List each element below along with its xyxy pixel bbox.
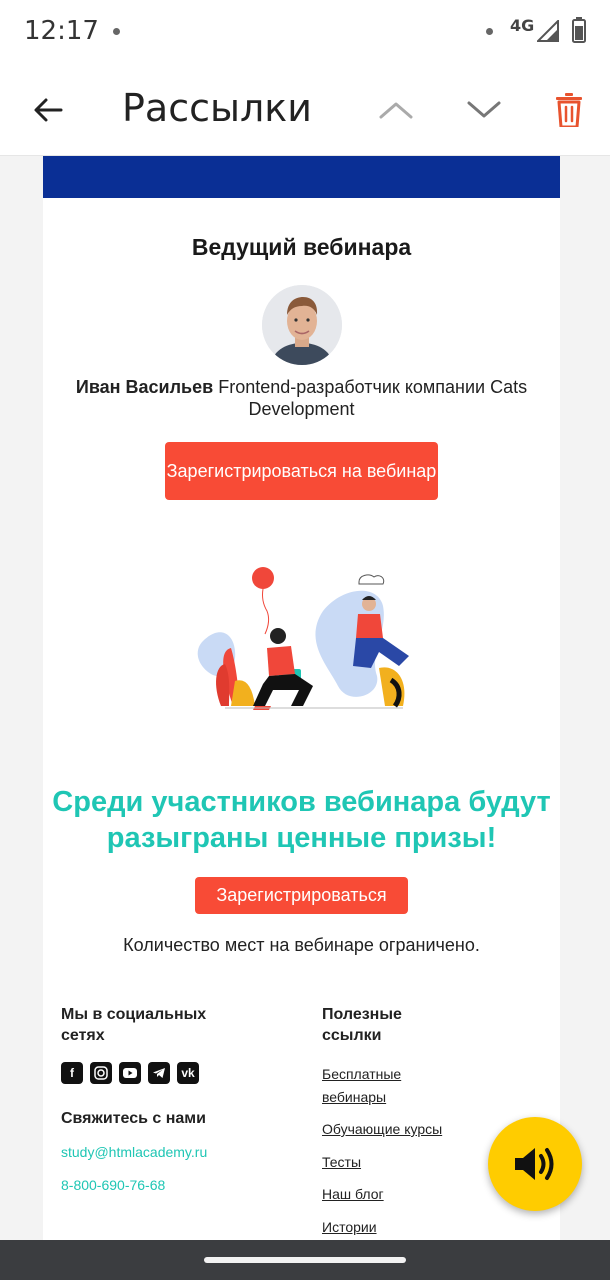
- seats-limited-note: Количество мест на вебинаре ограничено.: [123, 935, 480, 955]
- notification-dot-icon: [113, 28, 120, 35]
- chevron-down-icon: [467, 101, 501, 118]
- promo-heading: Среди участников вебинара будут разыгран…: [52, 786, 551, 854]
- register-webinar-button[interactable]: Зарегистрироваться на вебинар: [165, 442, 438, 500]
- contact-heading: Свяжитесь с нами: [61, 1110, 206, 1127]
- links-heading: Полезные ссылки: [322, 1006, 402, 1044]
- system-nav-bar: [0, 1240, 610, 1280]
- speaker-button[interactable]: [488, 1117, 582, 1211]
- chevron-up-icon: [379, 102, 413, 119]
- link-courses[interactable]: Обучающие курсы: [322, 1118, 442, 1141]
- network-type: 4G: [510, 16, 535, 35]
- arrow-left-icon: [34, 98, 63, 122]
- status-time: 12:17: [24, 16, 99, 46]
- home-gesture-handle[interactable]: [204, 1257, 406, 1263]
- telegram-icon[interactable]: [148, 1062, 170, 1084]
- app-bar: Рассылки: [0, 64, 610, 156]
- instagram-icon[interactable]: [90, 1062, 112, 1084]
- previous-message-button[interactable]: [372, 86, 420, 134]
- contact-phone[interactable]: 8-800-690-76-68: [61, 1177, 165, 1193]
- link-stories[interactable]: Истории: [322, 1216, 377, 1239]
- trash-icon: [556, 93, 582, 127]
- youtube-icon[interactable]: [119, 1062, 141, 1084]
- battery-icon: [572, 17, 586, 43]
- status-bar: 12:17 4G: [0, 0, 610, 64]
- contact-email[interactable]: study@htmlacademy.ru: [61, 1144, 207, 1160]
- page-title: Рассылки: [122, 86, 312, 130]
- host-avatar: [262, 285, 342, 365]
- link-blog[interactable]: Наш блог: [322, 1183, 384, 1206]
- link-free-webinars[interactable]: Бесплатные вебинары: [322, 1063, 432, 1109]
- back-button[interactable]: [24, 86, 72, 134]
- social-links: f vk: [61, 1062, 199, 1084]
- host-heading: Ведущий вебинара: [191, 234, 412, 260]
- email-content[interactable]: Ведущий вебинара Иван Васильев Frontend-…: [0, 156, 610, 1240]
- vk-icon[interactable]: vk: [177, 1062, 199, 1084]
- host-role: Frontend-разработчик компании Cats Devel…: [218, 377, 528, 419]
- facebook-icon[interactable]: f: [61, 1062, 83, 1084]
- webinar-illustration: [197, 567, 409, 710]
- register-button[interactable]: Зарегистрироваться: [195, 877, 408, 914]
- header-banner: [43, 156, 560, 198]
- host-description: Иван Васильев Frontend-разработчик компа…: [53, 376, 550, 420]
- notification-dot-icon: [486, 28, 493, 35]
- email-card: Ведущий вебинара Иван Васильев Frontend-…: [43, 156, 560, 1240]
- speaker-icon: [515, 1148, 554, 1180]
- host-name: Иван Васильев: [75, 377, 214, 397]
- next-message-button[interactable]: [460, 86, 508, 134]
- delete-button[interactable]: [545, 84, 593, 136]
- link-tests[interactable]: Тесты: [322, 1151, 361, 1174]
- signal-icon: [537, 20, 559, 42]
- social-heading: Мы в социальных сетях: [61, 1006, 207, 1044]
